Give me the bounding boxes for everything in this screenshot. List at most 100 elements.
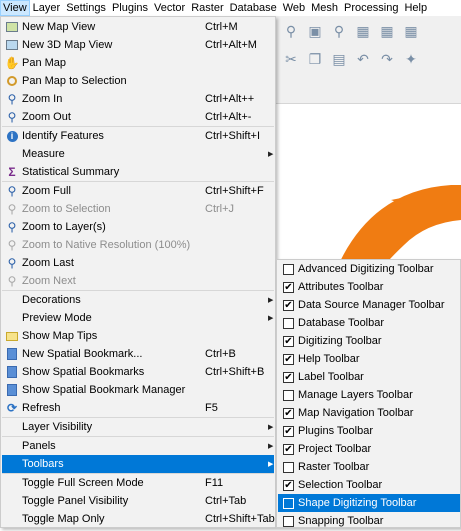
menu-item-zoom-full[interactable]: ⚲ Zoom Full Ctrl+Shift+F xyxy=(2,182,274,200)
zoom-out-icon: ⚲ xyxy=(7,110,17,124)
toolbar-item-label[interactable]: ✔ Label Toolbar xyxy=(278,368,460,386)
toolbar-item-raster[interactable]: Raster Toolbar xyxy=(278,458,460,476)
view-menu: New Map View Ctrl+M New 3D Map View Ctrl… xyxy=(0,16,276,528)
checkbox[interactable] xyxy=(283,515,294,527)
layer-tool-2-icon[interactable]: ▦ xyxy=(378,22,396,40)
menu-item-show-map-tips[interactable]: Show Map Tips xyxy=(2,327,274,345)
menu-item-toolbars[interactable]: Toolbars ▶ xyxy=(2,455,274,473)
menu-layer[interactable]: Layer xyxy=(30,0,64,16)
toolbar-item-snapping[interactable]: Snapping Toolbar xyxy=(278,512,460,530)
menu-mesh[interactable]: Mesh xyxy=(308,0,341,16)
menu-item-pan-to-selection[interactable]: Pan Map to Selection xyxy=(2,72,274,90)
menu-item-statistical-summary[interactable]: Σ Statistical Summary xyxy=(2,163,274,181)
menu-item-toggle-panel-visibility[interactable]: Toggle Panel Visibility Ctrl+Tab xyxy=(2,492,274,510)
submenu-arrow-icon: ▶ xyxy=(268,461,274,468)
menu-help[interactable]: Help xyxy=(401,0,430,16)
checkbox[interactable] xyxy=(283,389,294,401)
menu-item-refresh[interactable]: ⟳ Refresh F5 xyxy=(2,399,274,417)
menu-item-new-spatial-bookmark[interactable]: New Spatial Bookmark... Ctrl+B xyxy=(2,345,274,363)
zoom-last-icon: ⚲ xyxy=(7,256,17,270)
pan-selection-icon xyxy=(4,73,20,89)
toolbar-item-data-source-manager[interactable]: ✔ Data Source Manager Toolbar xyxy=(278,296,460,314)
menu-settings[interactable]: Settings xyxy=(63,0,109,16)
menu-database[interactable]: Database xyxy=(227,0,280,16)
checkbox[interactable]: ✔ xyxy=(283,425,294,437)
toolbar-item-digitizing[interactable]: ✔ Digitizing Toolbar xyxy=(278,332,460,350)
layer-tool-icon[interactable]: ▦ xyxy=(354,22,372,40)
toolbar-item-manage-layers[interactable]: Manage Layers Toolbar xyxy=(278,386,460,404)
refresh-icon: ⟳ xyxy=(6,401,18,415)
menu-item-layer-visibility[interactable]: Layer Visibility ▶ xyxy=(2,418,274,436)
submenu-arrow-icon: ▶ xyxy=(268,297,274,304)
select-tool-icon[interactable]: ▣ xyxy=(306,22,324,40)
menu-item-zoom-last[interactable]: ⚲ Zoom Last xyxy=(2,254,274,272)
menu-item-toggle-map-only[interactable]: Toggle Map Only Ctrl+Shift+Tab xyxy=(2,510,275,528)
toolbar-item-advanced-digitizing[interactable]: Advanced Digitizing Toolbar xyxy=(278,260,460,278)
toolbar-area: ⚲ ▣ ⚲ ▦ ▦ ▦ ✂ ❐ ▤ ↶ ↷ ✦ xyxy=(276,16,461,104)
checkbox[interactable]: ✔ xyxy=(283,281,294,293)
menu-item-identify-features[interactable]: i Identify Features Ctrl+Shift+I xyxy=(2,127,274,145)
zoom-native-icon: ⚲ xyxy=(7,238,17,252)
toolbar-item-plugins[interactable]: ✔ Plugins Toolbar xyxy=(278,422,460,440)
checkbox[interactable] xyxy=(283,263,294,275)
menu-item-zoom-in[interactable]: ⚲ Zoom In Ctrl+Alt++ xyxy=(2,90,274,108)
zoom-selection-icon: ⚲ xyxy=(7,202,17,216)
menu-web[interactable]: Web xyxy=(280,0,308,16)
map-icon xyxy=(4,19,20,35)
menu-plugins[interactable]: Plugins xyxy=(109,0,151,16)
menu-item-toggle-full-screen[interactable]: Toggle Full Screen Mode F11 xyxy=(2,474,274,492)
toolbar-item-attributes[interactable]: ✔ Attributes Toolbar xyxy=(278,278,460,296)
menu-vector[interactable]: Vector xyxy=(151,0,188,16)
zoom-layer-icon: ⚲ xyxy=(7,220,17,234)
toolbar-item-help[interactable]: ✔ Help Toolbar xyxy=(278,350,460,368)
toolbar-item-shape-digitizing[interactable]: Shape Digitizing Toolbar xyxy=(278,494,460,512)
zoom-in-icon: ⚲ xyxy=(7,92,17,106)
zoom-full-icon: ⚲ xyxy=(7,184,17,198)
checkbox[interactable] xyxy=(283,497,294,509)
submenu-arrow-icon: ▶ xyxy=(268,443,274,450)
checkbox[interactable]: ✔ xyxy=(283,371,294,383)
menu-item-zoom-to-layers[interactable]: ⚲ Zoom to Layer(s) xyxy=(2,218,274,236)
menu-item-pan-map[interactable]: ✋ Pan Map xyxy=(2,54,274,72)
checkbox[interactable] xyxy=(283,317,294,329)
menu-item-zoom-out[interactable]: ⚲ Zoom Out Ctrl+Alt+- xyxy=(2,108,274,126)
menu-item-measure[interactable]: Measure ▶ xyxy=(2,145,274,163)
checkbox[interactable]: ✔ xyxy=(283,479,294,491)
identify-tool-icon[interactable]: ⚲ xyxy=(282,22,300,40)
menu-item-new-map-view[interactable]: New Map View Ctrl+M xyxy=(2,18,274,36)
zoom-next-icon: ⚲ xyxy=(7,274,17,288)
menu-item-show-spatial-bookmarks[interactable]: Show Spatial Bookmarks Ctrl+Shift+B xyxy=(2,363,274,381)
toolbar-item-project[interactable]: ✔ Project Toolbar xyxy=(278,440,460,458)
checkbox[interactable]: ✔ xyxy=(283,335,294,347)
menu-item-zoom-native-resolution: ⚲ Zoom to Native Resolution (100%) xyxy=(2,236,274,254)
menu-item-zoom-to-selection: ⚲ Zoom to Selection Ctrl+J xyxy=(2,200,274,218)
redo-icon[interactable]: ↷ xyxy=(378,50,396,68)
menu-item-new-3d-map-view[interactable]: New 3D Map View Ctrl+Alt+M xyxy=(2,36,274,54)
map-3d-icon xyxy=(4,37,20,53)
menu-item-decorations[interactable]: Decorations ▶ xyxy=(2,291,274,309)
vertex-tool-icon[interactable]: ✦ xyxy=(402,50,420,68)
menu-item-spatial-bookmark-manager[interactable]: Show Spatial Bookmark Manager xyxy=(2,381,274,399)
toolbar-item-map-navigation[interactable]: ✔ Map Navigation Toolbar xyxy=(278,404,460,422)
zoom-tool-icon[interactable]: ⚲ xyxy=(330,22,348,40)
checkbox[interactable]: ✔ xyxy=(283,443,294,455)
paste-icon[interactable]: ▤ xyxy=(330,50,348,68)
checkbox[interactable]: ✔ xyxy=(283,299,294,311)
toolbar-item-database[interactable]: Database Toolbar xyxy=(278,314,460,332)
toolbar-item-selection[interactable]: ✔ Selection Toolbar xyxy=(278,476,460,494)
menu-view[interactable]: View xyxy=(0,0,30,16)
menu-item-preview-mode[interactable]: Preview Mode ▶ xyxy=(2,309,274,327)
identify-icon: i xyxy=(4,128,20,144)
checkbox[interactable]: ✔ xyxy=(283,407,294,419)
undo-icon[interactable]: ↶ xyxy=(354,50,372,68)
menu-processing[interactable]: Processing xyxy=(341,0,401,16)
cut-icon[interactable]: ✂ xyxy=(282,50,300,68)
menu-item-panels[interactable]: Panels ▶ xyxy=(2,437,274,455)
layer-tool-3-icon[interactable]: ▦ xyxy=(402,22,420,40)
checkbox[interactable]: ✔ xyxy=(283,353,294,365)
copy-icon[interactable]: ❐ xyxy=(306,50,324,68)
bookmark-manager-icon xyxy=(4,382,20,398)
menu-raster[interactable]: Raster xyxy=(188,0,226,16)
checkbox[interactable] xyxy=(283,461,294,473)
menu-item-zoom-next: ⚲ Zoom Next xyxy=(2,272,274,290)
